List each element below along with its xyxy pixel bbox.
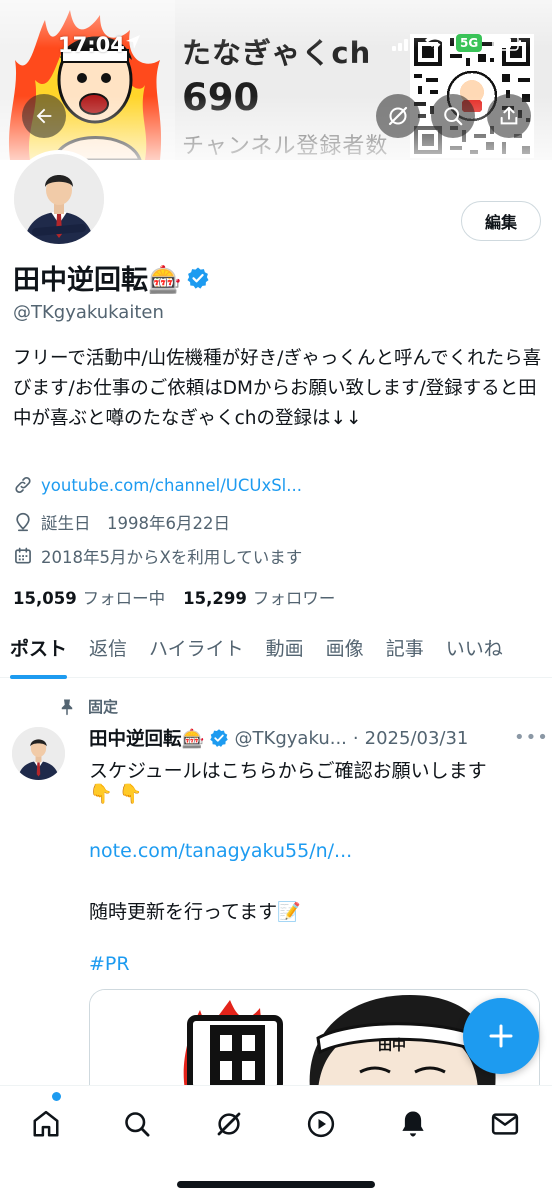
tab-images[interactable]: 画像 <box>315 628 375 678</box>
display-name: 田中逆回転🎰 <box>13 265 182 296</box>
banner-channel-name: たなぎゃくch <box>182 36 372 70</box>
tab-posts[interactable]: ポスト <box>0 628 78 679</box>
post-line-3: 随時更新を行ってます📝 <box>89 901 301 923</box>
link-icon <box>15 476 31 494</box>
profile-name-row: 田中逆回転🎰 <box>13 258 210 297</box>
post-line-1: スケジュールはこちらからご確認お願いします <box>89 760 487 782</box>
post-avatar-photo <box>12 727 65 780</box>
profile-link-row[interactable]: youtube.com/channel/UCUxSl... <box>13 475 302 495</box>
pinned-indicator: 固定 <box>58 696 118 717</box>
post-link[interactable]: note.com/tanagyaku55/n/... <box>89 840 352 862</box>
location-arrow-icon <box>126 35 140 49</box>
profile-joined-row: 2018年5月からXを利用しています <box>13 544 302 568</box>
banner-illustration <box>0 0 175 160</box>
explore-icon <box>125 1112 150 1137</box>
post-more-button[interactable]: ••• <box>514 727 549 748</box>
nav-notifications[interactable] <box>393 1104 433 1144</box>
tab-highlights[interactable]: ハイライト <box>138 628 255 678</box>
followers-link[interactable]: 15,299 フォロワー <box>183 585 335 609</box>
tab-replies[interactable]: 返信 <box>78 628 138 678</box>
profile-avatar[interactable] <box>10 150 108 248</box>
compose-button[interactable] <box>463 998 539 1074</box>
home-unread-dot <box>52 1092 61 1101</box>
video-icon <box>307 1110 335 1138</box>
following-link[interactable]: 15,059 フォロー中 <box>13 585 165 609</box>
tab-articles[interactable]: 記事 <box>375 628 435 678</box>
profile-banner[interactable]: たなぎゃくch 690 チャンネル登録者数 17:04 5G <box>0 0 552 160</box>
post-date[interactable]: 2025/03/31 <box>365 728 469 749</box>
status-time: 17:04 <box>58 33 125 57</box>
tab-videos[interactable]: 動画 <box>255 628 315 678</box>
nav-video[interactable] <box>301 1104 341 1144</box>
tab-likes[interactable]: いいね <box>435 628 514 678</box>
avatar-photo <box>14 154 104 244</box>
share-button[interactable] <box>487 94 531 138</box>
location-icon <box>16 512 30 532</box>
profile-birthday: 誕生日 1998年6月22日 <box>41 514 230 533</box>
search-profile-button[interactable] <box>431 94 475 138</box>
profile-tabs: ポスト 返信 ハイライト 動画 画像 記事 いいね <box>0 628 552 679</box>
pinned-label: 固定 <box>88 698 119 716</box>
following-label: フォロー中 <box>82 589 166 608</box>
follow-stats: 15,059 フォロー中 15,299 フォロワー <box>13 585 335 609</box>
battery-icon <box>492 35 522 51</box>
post-header: 田中逆回転🎰 @TKgyaku... · 2025/03/31 <box>89 725 539 751</box>
search-icon <box>444 107 463 126</box>
post-author-name[interactable]: 田中逆回転🎰 <box>89 725 205 751</box>
back-button[interactable] <box>22 94 66 138</box>
profile-handle: @TKgyakukaiten <box>13 302 164 323</box>
post-author-handle: @TKgyaku... <box>234 727 347 749</box>
banner-subscriber-count: 690 <box>182 76 260 119</box>
post-separator: · <box>352 727 359 749</box>
followers-count: 15,299 <box>183 589 247 608</box>
nav-messages[interactable] <box>485 1104 525 1144</box>
verified-badge-icon[interactable] <box>186 266 210 290</box>
post-author-avatar[interactable] <box>12 727 65 780</box>
profile-bio: フリーで活動中/山佐機種が好き/ぎゃっくんと呼んでくれたら喜びます/お仕事のご依… <box>13 348 542 429</box>
back-arrow-icon <box>36 108 52 124</box>
post-hashtag[interactable]: #PR <box>89 953 130 975</box>
calendar-icon <box>15 547 31 564</box>
nav-grok[interactable] <box>209 1104 249 1144</box>
wifi-icon <box>425 35 445 50</box>
nav-explore[interactable] <box>117 1104 157 1144</box>
home-indicator <box>177 1181 375 1188</box>
share-icon <box>500 106 518 125</box>
profile-joined-date: 2018年5月からXを利用しています <box>41 548 303 567</box>
banner-subscriber-label: チャンネル登録者数 <box>182 134 389 159</box>
grok-button[interactable] <box>376 94 420 138</box>
network-badge: 5G <box>456 34 483 52</box>
following-count: 15,059 <box>13 589 77 608</box>
status-indicators: 5G <box>392 34 522 52</box>
post-verified-badge-icon <box>209 729 228 747</box>
home-icon <box>33 1110 59 1137</box>
post-image-text: 田中 <box>378 1037 406 1054</box>
messages-icon <box>491 1113 519 1135</box>
signal-icon <box>392 35 414 51</box>
grok-nav-icon <box>217 1112 241 1136</box>
edit-profile-button[interactable]: 編集 <box>461 201 541 241</box>
post-line-2: 👇 👇 <box>89 783 143 805</box>
followers-label: フォロワー <box>252 589 336 608</box>
grok-icon <box>388 106 408 126</box>
profile-website-link[interactable]: youtube.com/channel/UCUxSl... <box>41 476 302 495</box>
pin-icon <box>61 699 73 715</box>
profile-birthday-row: 誕生日 1998年6月22日 <box>13 510 230 534</box>
compose-plus-icon <box>489 1024 513 1048</box>
notifications-icon <box>402 1111 424 1137</box>
nav-home[interactable] <box>26 1104 66 1144</box>
